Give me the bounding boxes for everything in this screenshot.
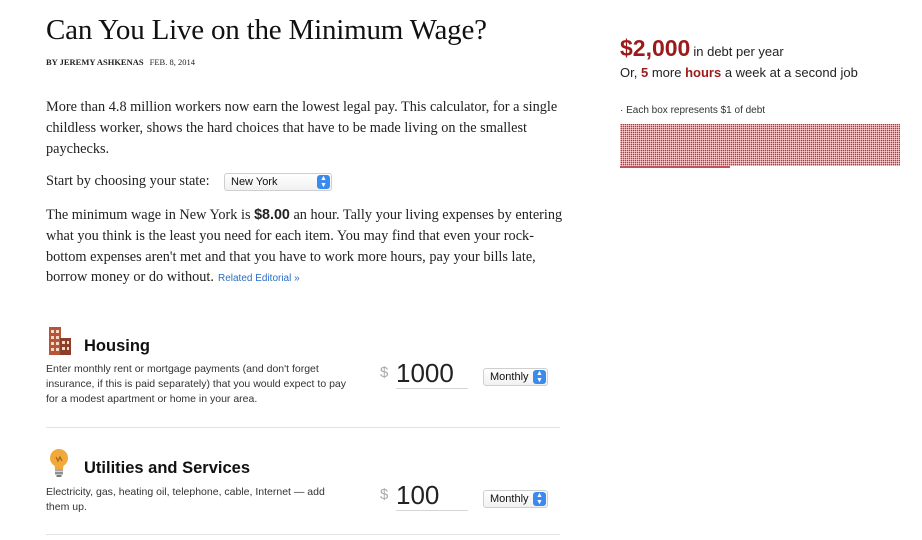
housing-frequency-select[interactable]: Monthly ▲ ▼ xyxy=(483,368,548,386)
hours-summary: Or, 5 more hours a week at a second job xyxy=(620,65,858,80)
hours-mid: more xyxy=(651,65,682,80)
debt-box-grid xyxy=(620,124,900,166)
section-description: Electricity, gas, heating oil, telephone… xyxy=(46,486,325,513)
select-arrows-icon: ▲ ▼ xyxy=(317,175,330,189)
byline: By JEREMY ASHKENAS FEB. 8, 2014 xyxy=(46,57,195,67)
hours-suffix: a week at a second job xyxy=(724,65,858,80)
publish-date: FEB. 8, 2014 xyxy=(149,57,195,67)
frequency-value: Monthly xyxy=(490,371,529,383)
state-select[interactable]: New York ▲ ▼ xyxy=(224,173,332,191)
utilities-amount-input[interactable]: 100 xyxy=(396,480,468,511)
currency-symbol: $ xyxy=(380,486,389,503)
currency-symbol: $ xyxy=(380,364,389,381)
page-title: Can You Live on the Minimum Wage? xyxy=(46,14,487,46)
related-editorial-link[interactable]: Related Editorial » xyxy=(218,273,300,284)
housing-amount-input[interactable]: 1000 xyxy=(396,358,468,389)
hours-word: hours xyxy=(685,65,722,80)
building-icon xyxy=(48,325,72,357)
wage-text-lead: The minimum wage in New York is xyxy=(46,207,251,223)
wage-amount: $8.00 xyxy=(254,207,290,223)
box-legend: · Each box represents $1 of debt xyxy=(620,105,766,116)
hours-value: 5 xyxy=(640,65,649,80)
intro-paragraph: More than 4.8 million workers now earn t… xyxy=(46,99,558,157)
debt-amount: $2,000 xyxy=(620,35,691,61)
wage-paragraph: The minimum wage in New York is $8.00 an… xyxy=(46,205,566,290)
frequency-value: Monthly xyxy=(490,493,529,505)
section-title: Housing xyxy=(84,337,150,355)
state-label: Start by choosing your state: xyxy=(46,173,210,189)
debt-summary: $2,000 in debt per year xyxy=(620,35,784,62)
debt-suffix: in debt per year xyxy=(693,44,784,59)
lightbulb-icon xyxy=(48,448,72,480)
hours-prefix: Or, xyxy=(620,65,638,80)
debt-box-grid-tail xyxy=(620,166,730,168)
section-description: Enter monthly rent or mortgage payments … xyxy=(46,363,346,405)
author: By JEREMY ASHKENAS xyxy=(46,57,144,67)
select-arrows-icon: ▲ ▼ xyxy=(533,492,546,506)
section-divider xyxy=(46,427,560,428)
select-arrows-icon: ▲ ▼ xyxy=(533,370,546,384)
utilities-frequency-select[interactable]: Monthly ▲ ▼ xyxy=(483,490,548,508)
section-divider xyxy=(46,534,560,535)
state-chooser: Start by choosing your state: New York ▲… xyxy=(46,173,332,191)
section-title: Utilities and Services xyxy=(84,459,250,477)
state-select-value: New York xyxy=(231,176,278,188)
